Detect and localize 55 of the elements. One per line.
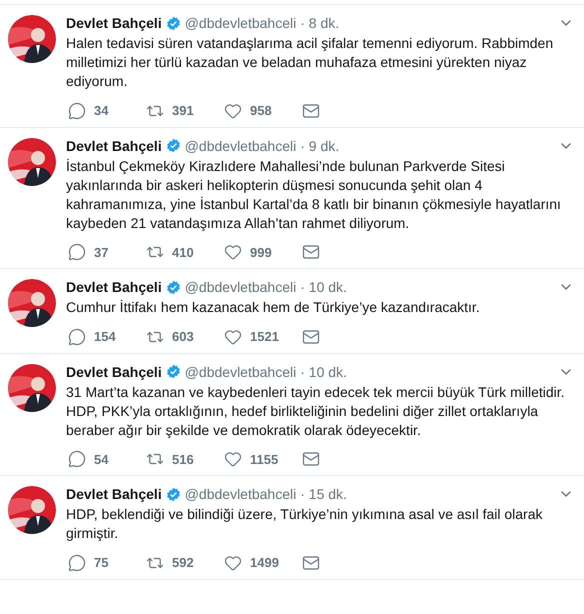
tweet-text: HDP, beklendiği ve bilindiği üzere, Türkiye’nin yıkımına asal ve asıl fail olarak girmiştir. [66, 505, 544, 543]
retweet-count: 603 [172, 328, 194, 346]
author-name[interactable]: Devlet Bahçeli [66, 277, 162, 297]
reply-icon[interactable] [68, 450, 86, 468]
timestamp[interactable]: · 10 dk. [300, 362, 347, 382]
username[interactable]: @dbdevletbahceli [184, 362, 296, 382]
like-count: 958 [250, 102, 272, 120]
reply-count: 75 [94, 554, 108, 572]
author-name[interactable]: Devlet Bahçeli [66, 484, 162, 504]
author-name[interactable]: Devlet Bahçeli [66, 362, 162, 382]
retweet-count: 592 [172, 554, 194, 572]
verified-badge-icon [166, 138, 181, 153]
like-count: 999 [250, 244, 272, 262]
tweet-text: İstanbul Çekmeköy Kirazlıdere Mahallesi’nde bulunan Parkverde Sitesi yakınlarında bir askeri helikopterin düşmesi sonucunda şehit olan 4 kahramanımıza, yine İstanbul Kartal’da 8 katlı bir binanın çökmesiyle hayatlarını kaybeden 21 vatandaşımıza Allah’tan rahmet diliyorum. [66, 156, 562, 232]
reply-count: 34 [94, 102, 108, 120]
like-count: 1521 [250, 328, 279, 346]
reply-icon[interactable] [68, 102, 86, 120]
mail-icon[interactable] [302, 243, 320, 262]
reply-icon[interactable] [68, 554, 86, 572]
mail-icon[interactable] [302, 328, 320, 346]
timestamp[interactable]: · 8 dk. [300, 13, 340, 33]
mail-icon[interactable] [302, 102, 320, 120]
retweet-count: 410 [172, 244, 194, 262]
retweet-count: 516 [172, 450, 194, 468]
verified-badge-icon [166, 16, 181, 30]
retweet-count: 391 [172, 102, 194, 120]
reply-count: 54 [94, 450, 108, 468]
verified-badge-icon [166, 486, 181, 502]
heart-icon[interactable] [224, 243, 242, 262]
mail-icon[interactable] [302, 450, 320, 468]
username[interactable]: @dbdevletbahceli [184, 136, 296, 156]
heart-icon[interactable] [224, 102, 242, 120]
reply-count: 154 [94, 328, 116, 346]
reply-count: 37 [94, 244, 108, 262]
heart-icon[interactable] [224, 328, 242, 346]
verified-badge-icon [166, 280, 181, 294]
timestamp[interactable]: · 9 dk. [300, 136, 340, 156]
tweet-text: Halen tedavisi süren vatandaşlarıma acil şifalar temenni ediyorum. Rabbimden milletimizi her türlü kazadan ve beladan muhafaza etmesini yürekten niyaz ediyorum. [66, 34, 554, 91]
like-count: 1499 [250, 554, 279, 572]
username[interactable]: @dbdevletbahceli [184, 277, 296, 297]
reply-icon[interactable] [68, 243, 86, 262]
author-name[interactable]: Devlet Bahçeli [66, 13, 162, 33]
timestamp[interactable]: · 15 dk. [300, 484, 347, 504]
mail-icon[interactable] [302, 554, 320, 572]
tweet-text: 31 Mart’ta kazanan ve kaybedenleri tayin edecek tek mercii büyük Türk milletidir. HDP, PKK’yla ortaklığının, hedef birlikteliğinin bedelini diğer zillet ortaklarıyla beraber ağır bir şekilde ve demokratik olarak ödeyecektir. [66, 382, 566, 440]
verified-badge-icon [166, 364, 181, 379]
username[interactable]: @dbdevletbahceli [184, 13, 296, 33]
author-name[interactable]: Devlet Bahçeli [66, 136, 162, 156]
timestamp[interactable]: · 10 dk. [300, 277, 347, 297]
like-count: 1155 [250, 450, 278, 468]
reply-icon[interactable] [68, 328, 86, 346]
tweet-text: Cumhur İttifakı hem kazanacak hem de Türkiye’ye kazandıracaktır. [66, 298, 481, 317]
heart-icon[interactable] [224, 554, 242, 572]
heart-icon[interactable] [224, 450, 242, 468]
username[interactable]: @dbdevletbahceli [184, 484, 296, 504]
